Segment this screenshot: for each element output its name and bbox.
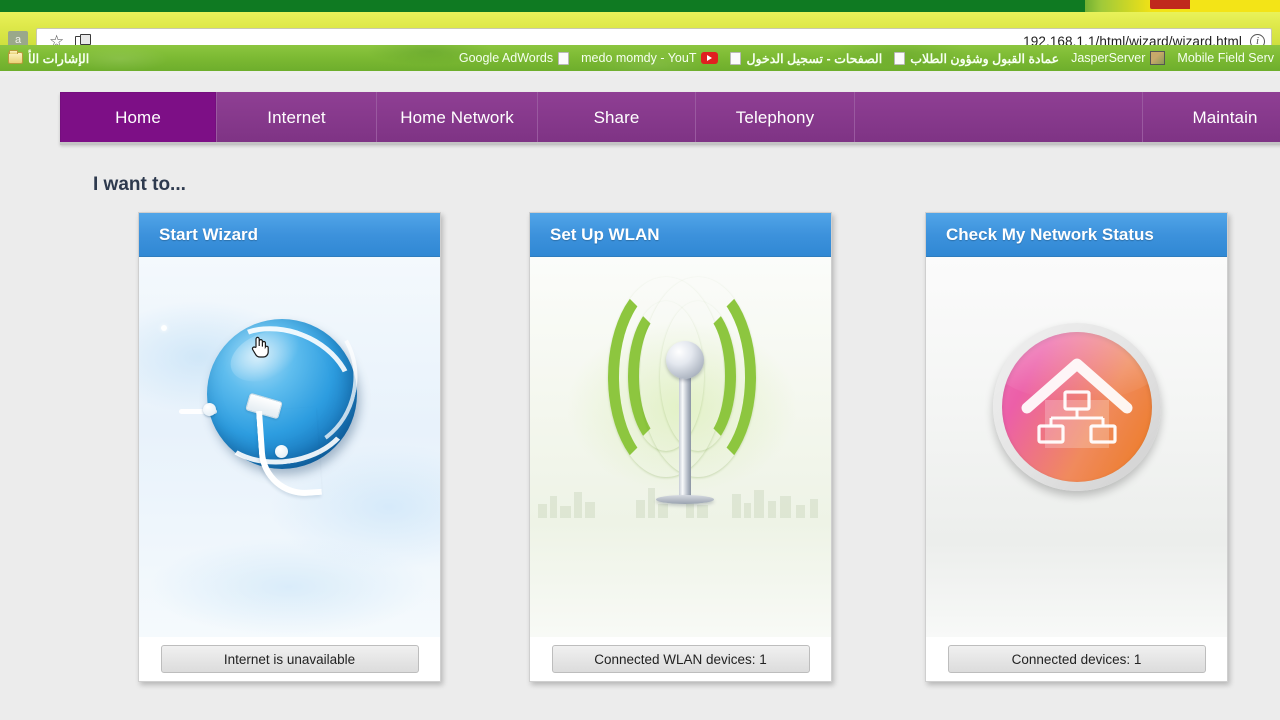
bookmark-label: عمادة القبول وشؤون الطلاب: [910, 51, 1060, 66]
bookmark-google-adwords[interactable]: Google AdWords: [453, 45, 575, 71]
card-title: Check My Network Status: [926, 213, 1227, 257]
tab-strip-yellow-area: [1190, 0, 1280, 12]
card-illustration-start-wizard: [139, 257, 440, 637]
bookmark-login-pages[interactable]: الصفحات - تسجيل الدخول: [724, 45, 888, 71]
gradient-disc: [1002, 332, 1152, 482]
nav-item-share[interactable]: Share: [538, 92, 696, 144]
nav-item-internet[interactable]: Internet: [217, 92, 377, 144]
page-icon: [894, 51, 906, 65]
house-network-glyph: [1021, 358, 1133, 448]
main-navigation: Home Internet Home Network Share Telepho…: [60, 92, 1280, 144]
nav-label: Home Network: [400, 108, 514, 127]
wifi-antenna-icon: [666, 341, 704, 379]
bookmark-label: الصفحات - تسجيل الدخول: [746, 51, 883, 66]
card-list: Start Wizard Internet is unavailable Set…: [0, 212, 1280, 712]
bookmark-mobile-field-service[interactable]: Mobile Field Serv: [1171, 45, 1280, 71]
card-set-up-wlan[interactable]: Set Up WLAN Connected WLAN devices: 1: [529, 212, 832, 682]
card-illustration-wlan: [530, 257, 831, 637]
card-check-network-status[interactable]: Check My Network Status Connected device…: [925, 212, 1228, 682]
card-footer: Connected WLAN devices: 1: [530, 637, 831, 681]
card-title: Start Wizard: [139, 213, 440, 257]
nav-underline: [60, 142, 1280, 145]
card-title: Set Up WLAN: [530, 213, 831, 257]
nav-label: Telephony: [735, 108, 815, 127]
bookmark-medo-momdy[interactable]: medo momdy - YouT: [575, 45, 724, 71]
nav-item-telephony[interactable]: Telephony: [696, 92, 855, 144]
bookmark-label: Mobile Field Serv: [1177, 51, 1274, 65]
card-start-wizard[interactable]: Start Wizard Internet is unavailable: [138, 212, 441, 682]
page-icon: [730, 51, 742, 65]
status-badge[interactable]: Connected WLAN devices: 1: [551, 645, 810, 673]
sparkle-decoration: [161, 325, 167, 331]
bookmarks-bar: الإشارات الأ Google AdWords medo momdy -…: [0, 45, 1280, 71]
status-badge[interactable]: Connected devices: 1: [947, 645, 1206, 673]
status-badge[interactable]: Internet is unavailable: [160, 645, 419, 673]
active-tab-indicator[interactable]: [1150, 0, 1194, 9]
card-footer: Internet is unavailable: [139, 637, 440, 681]
nav-item-home-network[interactable]: Home Network: [377, 92, 538, 144]
bookmark-label: JasperServer: [1071, 51, 1146, 65]
bookmark-label: الإشارات الأ: [28, 51, 90, 66]
tab-strip: [0, 0, 1280, 12]
antenna-base: [656, 495, 714, 504]
browser-toolbar: a ☆ 192.168.1.1/html/wizard/wizard.html …: [0, 12, 1280, 54]
nav-label: Home: [115, 108, 161, 127]
card-illustration-network-status: [926, 257, 1227, 637]
bookmark-label: Google AdWords: [458, 51, 554, 65]
nav-label: Maintain: [1192, 108, 1258, 127]
card-footer: Connected devices: 1: [926, 637, 1227, 681]
bookmark-deanship-admissions[interactable]: عمادة القبول وشؤون الطلاب: [888, 45, 1065, 71]
home-network-icon: [993, 323, 1161, 491]
tab-strip-green-area: [0, 0, 1085, 12]
nav-item-empty[interactable]: [855, 92, 1143, 144]
nav-label: Internet: [267, 108, 326, 127]
youtube-icon: [701, 52, 719, 64]
bookmark-label: medo momdy - YouT: [581, 51, 697, 65]
antenna-pole: [679, 369, 691, 499]
page-title: I want to...: [93, 174, 186, 195]
page-icon: [558, 51, 570, 65]
bookmark-jasperserver[interactable]: JasperServer: [1065, 45, 1171, 71]
folder-icon: [8, 50, 23, 64]
globe-node: [203, 403, 216, 416]
browser-chrome: a ☆ 192.168.1.1/html/wizard/wizard.html …: [0, 0, 1280, 76]
bookmark-folder-arabic[interactable]: الإشارات الأ: [2, 45, 95, 71]
wifi-wave: [640, 277, 756, 477]
router-page: Home Internet Home Network Share Telepho…: [0, 76, 1280, 720]
hand-pointer-cursor: [251, 335, 269, 359]
nav-item-maintain[interactable]: Maintain: [1143, 92, 1280, 144]
nav-item-home[interactable]: Home: [60, 92, 217, 144]
nav-label: Share: [593, 108, 640, 127]
image-icon: [1150, 51, 1166, 65]
